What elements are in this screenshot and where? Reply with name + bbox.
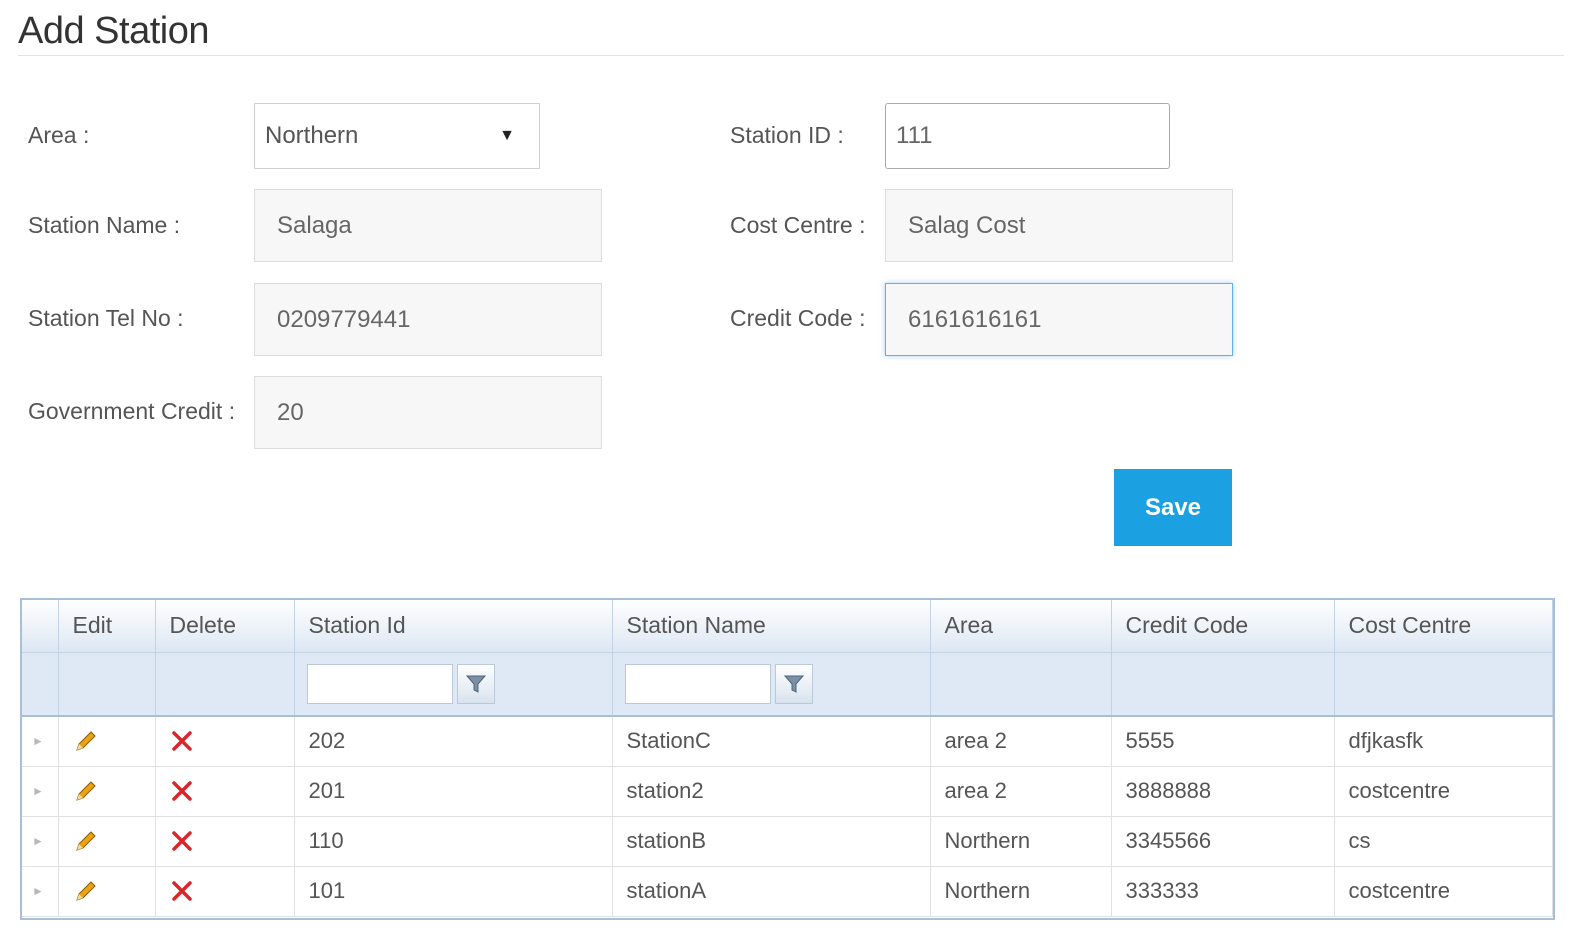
expand-arrow-icon[interactable]: ► (22, 816, 59, 867)
stations-grid: Edit Delete Station Id Station Name Area… (20, 598, 1555, 920)
table-row[interactable]: ► 201 station2 area 2 3888888 costcentre (22, 766, 1553, 817)
station-tel-label: Station Tel No : (28, 305, 184, 331)
column-header-expand (22, 600, 59, 653)
cell-area: area 2 (930, 766, 1112, 817)
title-divider (18, 55, 1564, 56)
government-credit-input[interactable]: 20 (254, 376, 602, 449)
edit-pencil-icon[interactable] (73, 828, 154, 854)
cell-cost-centre: dfjkasfk (1334, 716, 1553, 767)
save-button[interactable]: Save (1114, 469, 1232, 546)
delete-x-icon[interactable] (170, 829, 293, 853)
cost-centre-label: Cost Centre : (730, 212, 866, 238)
area-select-value: Northern (265, 122, 359, 149)
cell-station-id: 101 (294, 866, 613, 917)
edit-pencil-icon[interactable] (73, 728, 154, 754)
delete-x-icon[interactable] (170, 779, 293, 803)
credit-code-label: Credit Code : (730, 305, 866, 331)
delete-x-icon[interactable] (170, 729, 293, 753)
cell-station-id: 201 (294, 766, 613, 817)
cell-area: area 2 (930, 716, 1112, 767)
caret-down-icon: ▼ (499, 127, 515, 144)
expand-arrow-icon[interactable]: ► (22, 766, 59, 817)
grid-filter-row (22, 652, 1553, 717)
cell-station-name: stationB (612, 816, 931, 867)
column-header-edit: Edit (58, 600, 156, 653)
area-label: Area : (28, 122, 90, 148)
expand-arrow-icon[interactable]: ► (22, 866, 59, 917)
grid-header-row: Edit Delete Station Id Station Name Area… (22, 600, 1553, 653)
filter-icon (465, 675, 486, 693)
cell-credit-code: 3888888 (1111, 766, 1335, 817)
table-row[interactable]: ► 202 StationC area 2 5555 dfjkasfk (22, 716, 1553, 767)
credit-code-input[interactable]: 6161616161 (885, 283, 1233, 356)
station-id-label: Station ID : (730, 122, 844, 148)
cell-area: Northern (930, 866, 1112, 917)
station-id-filter-input[interactable] (306, 663, 453, 704)
table-row[interactable]: ► 101 stationA Northern 333333 costcentr… (22, 866, 1553, 917)
edit-pencil-icon[interactable] (73, 778, 154, 804)
expand-arrow-icon[interactable]: ► (22, 716, 59, 767)
cost-centre-input[interactable]: Salag Cost (885, 189, 1233, 262)
cell-station-id: 202 (294, 716, 613, 767)
station-name-label: Station Name : (28, 212, 181, 238)
cell-station-name: stationA (612, 866, 931, 917)
column-header-credit-code[interactable]: Credit Code (1111, 600, 1335, 653)
column-header-area[interactable]: Area (930, 600, 1112, 653)
column-header-station-id[interactable]: Station Id (294, 600, 613, 653)
cell-credit-code: 333333 (1111, 866, 1335, 917)
station-name-filter-input[interactable] (624, 663, 771, 704)
station-id-input[interactable]: 111 (885, 103, 1170, 169)
government-credit-label: Government Credit : (28, 398, 236, 424)
cell-cost-centre: cs (1334, 816, 1553, 867)
station-name-input[interactable]: Salaga (254, 189, 602, 262)
station-id-filter-button[interactable] (456, 663, 495, 704)
delete-x-icon[interactable] (170, 879, 293, 903)
cell-credit-code: 5555 (1111, 716, 1335, 767)
column-header-cost-centre[interactable]: Cost Centre (1334, 600, 1553, 653)
table-row[interactable]: ► 110 stationB Northern 3345566 cs (22, 816, 1553, 867)
station-name-filter-button[interactable] (774, 663, 813, 704)
filter-icon (783, 675, 804, 693)
cell-station-name: station2 (612, 766, 931, 817)
edit-pencil-icon[interactable] (73, 878, 154, 904)
station-tel-input[interactable]: 0209779441 (254, 283, 602, 356)
column-header-delete: Delete (155, 600, 295, 653)
cell-station-name: StationC (612, 716, 931, 767)
area-select[interactable]: Northern ▼ (254, 103, 540, 169)
cell-area: Northern (930, 816, 1112, 867)
cell-station-id: 110 (294, 816, 613, 867)
cell-cost-centre: costcentre (1334, 866, 1553, 917)
cell-credit-code: 3345566 (1111, 816, 1335, 867)
page-title: Add Station (18, 10, 209, 52)
column-header-station-name[interactable]: Station Name (612, 600, 931, 653)
cell-cost-centre: costcentre (1334, 766, 1553, 817)
